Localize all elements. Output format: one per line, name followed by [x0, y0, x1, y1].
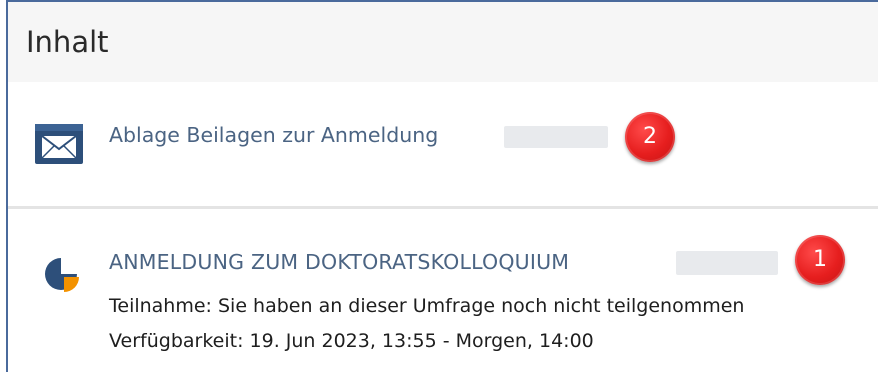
- list-item-survey: ANMELDUNG ZUM DOKTORATSKOLLOQUIUM 1 Teil…: [8, 209, 878, 374]
- participation-status: Teilnahme: Sie haben an dieser Umfrage n…: [109, 295, 745, 317]
- survey-link[interactable]: ANMELDUNG ZUM DOKTORATSKOLLOQUIUM: [109, 248, 569, 276]
- annotation-badge: 1: [795, 235, 845, 285]
- list-item-folder: Ablage Beilagen zur Anmeldung 2: [8, 82, 878, 206]
- survey-pie-icon: [45, 258, 79, 292]
- folder-link[interactable]: Ablage Beilagen zur Anmeldung: [109, 121, 438, 149]
- mail-icon: [35, 124, 83, 164]
- content-panel: Inhalt Ablage Beilagen zur Anmeldung 2 A…: [6, 0, 878, 374]
- content-header: Inhalt: [8, 2, 878, 82]
- page-title: Inhalt: [26, 25, 109, 59]
- redacted-text: [676, 251, 778, 275]
- annotation-badge: 2: [625, 112, 675, 162]
- redacted-text: [504, 126, 608, 148]
- availability-info: Verfügbarkeit: 19. Jun 2023, 13:55 - Mor…: [109, 330, 594, 352]
